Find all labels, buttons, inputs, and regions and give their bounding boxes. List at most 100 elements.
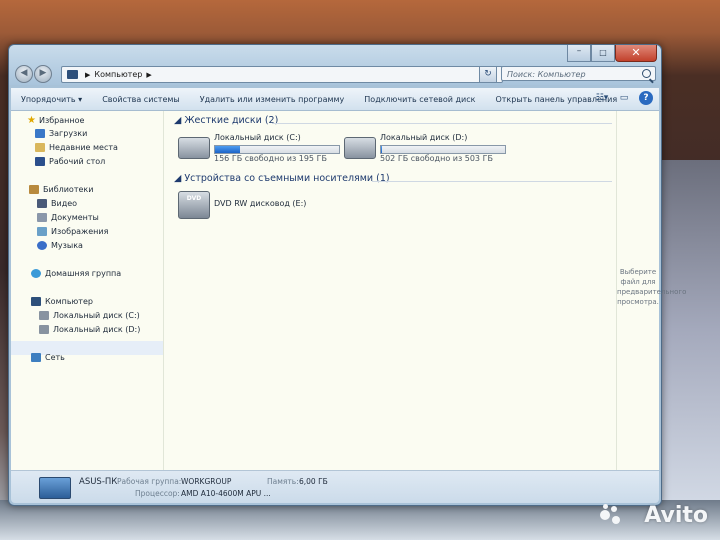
sidebar-label: Музыка <box>51 241 83 250</box>
documents-library-icon <box>37 213 47 222</box>
sidebar-label: Рабочий стол <box>49 157 106 166</box>
computer-icon <box>39 477 71 499</box>
avito-logo-icon <box>600 504 622 526</box>
sidebar-label: Домашняя группа <box>45 269 122 278</box>
help-icon[interactable]: ? <box>639 91 653 105</box>
memory-label: Память: <box>267 477 299 486</box>
dvd-drive-tile[interactable]: DVD DVD RW дисковод (E:) <box>178 191 348 221</box>
workgroup-label: Рабочая группа: <box>117 477 182 486</box>
hard-drive-icon <box>178 137 210 159</box>
address-bar[interactable]: ▶ Компьютер ▶ ▼ <box>61 66 503 83</box>
desktop-icon <box>35 157 45 166</box>
sidebar-label: Недавние места <box>49 143 118 152</box>
sidebar-label: Сеть <box>45 353 65 362</box>
drive-free-space: 156 ГБ свободно из 195 ГБ <box>214 154 327 163</box>
sidebar-label: Избранное <box>38 116 85 125</box>
breadcrumb-arrow-icon[interactable]: ▶ <box>146 71 151 79</box>
sidebar-item-network[interactable]: Сеть <box>31 353 65 362</box>
recent-places-icon <box>35 143 45 152</box>
sidebar-item-video[interactable]: Видео <box>37 199 77 208</box>
command-bar: Упорядочить ▾ Свойства системы Удалить и… <box>11 88 659 111</box>
drive-usage-bar <box>214 145 340 154</box>
computer-name: ASUS-ПК <box>79 477 118 487</box>
hard-drive-icon <box>344 137 376 159</box>
hard-drives-group-title[interactable]: ◢ Жесткие диски (2) <box>174 115 278 126</box>
computer-icon <box>31 297 41 306</box>
breadcrumb-arrow-icon: ▶ <box>85 70 91 79</box>
search-icon[interactable] <box>642 69 651 78</box>
removable-group-title[interactable]: ◢ Устройства со съемными носителями (1) <box>174 173 390 184</box>
uninstall-program-button[interactable]: Удалить или изменить программу <box>190 95 355 104</box>
drive-d-tile[interactable]: Локальный диск (D:) 502 ГБ свободно из 5… <box>344 133 514 165</box>
preview-pane: Выберите файл для предварительного просм… <box>616 111 687 471</box>
content-area: ★ Избранное Загрузки Недавние места Рабо… <box>11 111 687 471</box>
sidebar-item-images[interactable]: Изображения <box>37 227 108 236</box>
minimize-button[interactable]: – <box>567 45 591 62</box>
star-icon: ★ <box>27 115 36 126</box>
sidebar-item-recent[interactable]: Недавние места <box>35 143 118 152</box>
hard-drive-icon <box>39 325 49 334</box>
breadcrumb-computer[interactable]: Компьютер <box>94 70 142 79</box>
sidebar-label: Локальный диск (C:) <box>53 311 140 320</box>
drive-name: DVD RW дисковод (E:) <box>214 199 307 208</box>
dvd-badge: DVD <box>186 195 202 202</box>
sidebar-label: Документы <box>51 213 99 222</box>
sidebar-item-computer[interactable]: Компьютер <box>31 297 93 306</box>
sidebar-label: Изображения <box>51 227 109 236</box>
drive-c-tile[interactable]: Локальный диск (C:) 156 ГБ свободно из 1… <box>178 133 348 165</box>
forward-button[interactable]: ▶ <box>34 65 52 83</box>
details-pane: ASUS-ПК Рабочая группа: WORKGROUP Память… <box>11 470 659 503</box>
group-divider <box>372 181 612 182</box>
drive-usage-fill <box>381 146 382 153</box>
sidebar-item-favorites[interactable]: ★ Избранное <box>27 115 84 126</box>
file-list-pane: ◢ Жесткие диски (2) Локальный диск (C:) … <box>164 111 617 471</box>
processor-value: AMD A10-4600M APU ... <box>181 489 271 498</box>
close-button[interactable]: ✕ <box>615 45 657 62</box>
sidebar-item-drive-d[interactable]: Локальный диск (D:) <box>39 325 140 334</box>
organize-button[interactable]: Упорядочить ▾ <box>11 95 92 104</box>
workgroup-value: WORKGROUP <box>181 477 232 486</box>
sidebar-item-libraries[interactable]: Библиотеки <box>29 185 93 194</box>
group-title-text: Устройства со съемными носителями (1) <box>184 173 390 184</box>
sidebar-label: Локальный диск (D:) <box>53 325 141 334</box>
map-network-drive-button[interactable]: Подключить сетевой диск <box>354 95 485 104</box>
sidebar-label: Загрузки <box>49 129 88 138</box>
drive-name: Локальный диск (C:) <box>214 133 301 142</box>
sidebar-item-downloads[interactable]: Загрузки <box>35 129 87 138</box>
system-properties-button[interactable]: Свойства системы <box>92 95 190 104</box>
navigation-pane: ★ Избранное Загрузки Недавние места Рабо… <box>11 111 164 471</box>
computer-icon <box>67 70 78 79</box>
music-library-icon <box>37 241 47 250</box>
network-icon <box>31 353 41 362</box>
view-options-icon[interactable]: ☷▾ <box>595 91 609 105</box>
search-placeholder: Поиск: Компьютер <box>507 70 586 79</box>
sidebar-item-drive-c[interactable]: Локальный диск (C:) <box>39 311 140 320</box>
video-library-icon <box>37 199 47 208</box>
maximize-button[interactable]: □ <box>591 45 615 62</box>
hard-drive-icon <box>39 311 49 320</box>
sidebar-label: Компьютер <box>45 297 93 306</box>
title-bar: – □ ✕ ◀ ▶ ▶ Компьютер ▶ ▼ ↻ Поиск: Компь… <box>9 45 661 85</box>
explorer-window: – □ ✕ ◀ ▶ ▶ Компьютер ▶ ▼ ↻ Поиск: Компь… <box>8 44 687 506</box>
sidebar-label: Библиотеки <box>43 185 94 194</box>
preview-pane-icon[interactable]: ▭ <box>617 91 631 105</box>
sidebar-item-music[interactable]: Музыка <box>37 241 83 250</box>
back-button[interactable]: ◀ <box>15 65 33 83</box>
group-divider <box>272 123 612 124</box>
drive-usage-fill <box>215 146 240 153</box>
sidebar-item-desktop[interactable]: Рабочий стол <box>35 157 105 166</box>
sidebar-item-documents[interactable]: Документы <box>37 213 99 222</box>
avito-watermark: Avito <box>644 503 708 528</box>
libraries-icon <box>29 185 39 194</box>
dvd-drive-icon: DVD <box>178 191 210 219</box>
processor-label: Процессор: <box>135 489 180 498</box>
sidebar-item-homegroup[interactable]: Домашняя группа <box>31 269 121 278</box>
sidebar-label: Видео <box>51 199 78 208</box>
preview-hint: Выберите файл для предварительного просм… <box>617 268 687 306</box>
refresh-button[interactable]: ↻ <box>479 66 497 83</box>
organize-label: Упорядочить <box>21 94 76 104</box>
search-input[interactable]: Поиск: Компьютер <box>501 66 656 81</box>
drive-free-space: 502 ГБ свободно из 503 ГБ <box>380 154 493 163</box>
drive-name: Локальный диск (D:) <box>380 133 468 142</box>
images-library-icon <box>37 227 47 236</box>
